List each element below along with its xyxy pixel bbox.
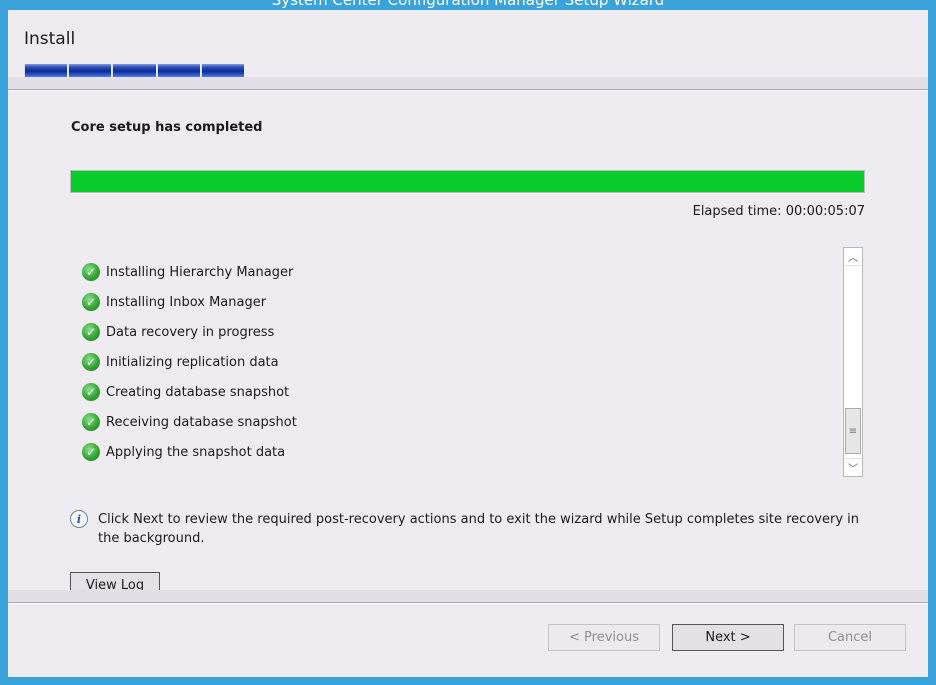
status-heading: Core setup has completed [71, 120, 263, 135]
wizard-step-indicator [24, 64, 245, 77]
window-title: System Center Configuration Manager Setu… [271, 0, 665, 9]
check-icon: ✓ [82, 443, 100, 461]
step-segment [24, 64, 68, 77]
elapsed-time: Elapsed time: 00:00:05:07 [692, 204, 865, 219]
list-item: ✓ Installing Inbox Manager [82, 291, 266, 313]
info-text: Click Next to review the required post-r… [98, 512, 859, 546]
list-item: ✓ Installing Hierarchy Manager [82, 261, 293, 283]
info-message: i Click Next to review the required post… [70, 510, 870, 548]
next-button[interactable]: Next > [672, 624, 784, 651]
page-title: Install [24, 29, 76, 49]
step-segment [156, 64, 200, 77]
progress-bar [70, 170, 865, 193]
list-item: ✓ Initializing replication data [82, 351, 279, 373]
check-icon: ✓ [82, 413, 100, 431]
window-frame-right [928, 10, 936, 685]
window-titlebar[interactable]: System Center Configuration Manager Setu… [0, 0, 936, 10]
header-divider [8, 89, 928, 91]
window-frame-bottom [0, 677, 936, 685]
footer-strip [8, 590, 928, 602]
step-segment [112, 64, 156, 77]
task-label: Creating database snapshot [106, 384, 290, 400]
scroll-down-arrow-icon[interactable]: ﹀ [844, 458, 862, 476]
task-label: Initializing replication data [106, 354, 279, 370]
footer-divider [8, 602, 928, 604]
task-list-scrollbar[interactable]: ︿ ≡ ﹀ [843, 247, 863, 477]
step-segment [68, 64, 112, 77]
scroll-up-arrow-icon[interactable]: ︿ [844, 248, 862, 266]
task-label: Data recovery in progress [106, 324, 275, 340]
check-icon: ✓ [82, 293, 100, 311]
check-icon: ✓ [82, 353, 100, 371]
task-label: Installing Inbox Manager [106, 294, 267, 310]
task-label: Receiving database snapshot [106, 414, 297, 430]
step-segment [200, 64, 245, 77]
wizard-client-area: Install Core setup has completed Elapsed… [8, 10, 928, 677]
window-frame-left [0, 10, 8, 685]
list-item: ✓ Creating database snapshot [82, 381, 289, 403]
task-list: ✓ Installing Hierarchy Manager ✓ Install… [70, 242, 865, 477]
list-item: ✓ Receiving database snapshot [82, 411, 297, 433]
header-strip [8, 77, 928, 89]
task-label: Applying the snapshot data [106, 444, 286, 460]
previous-button[interactable]: < Previous [548, 624, 660, 651]
info-icon: i [70, 510, 88, 528]
check-icon: ✓ [82, 383, 100, 401]
list-item: ✓ Data recovery in progress [82, 321, 274, 343]
check-icon: ✓ [82, 263, 100, 281]
cancel-button[interactable]: Cancel [794, 624, 906, 651]
check-icon: ✓ [82, 323, 100, 341]
task-label: Installing Hierarchy Manager [106, 264, 294, 280]
progress-bar-fill [71, 171, 864, 192]
list-item: ✓ Applying the snapshot data [82, 441, 285, 463]
scrollbar-thumb[interactable]: ≡ [845, 408, 861, 454]
